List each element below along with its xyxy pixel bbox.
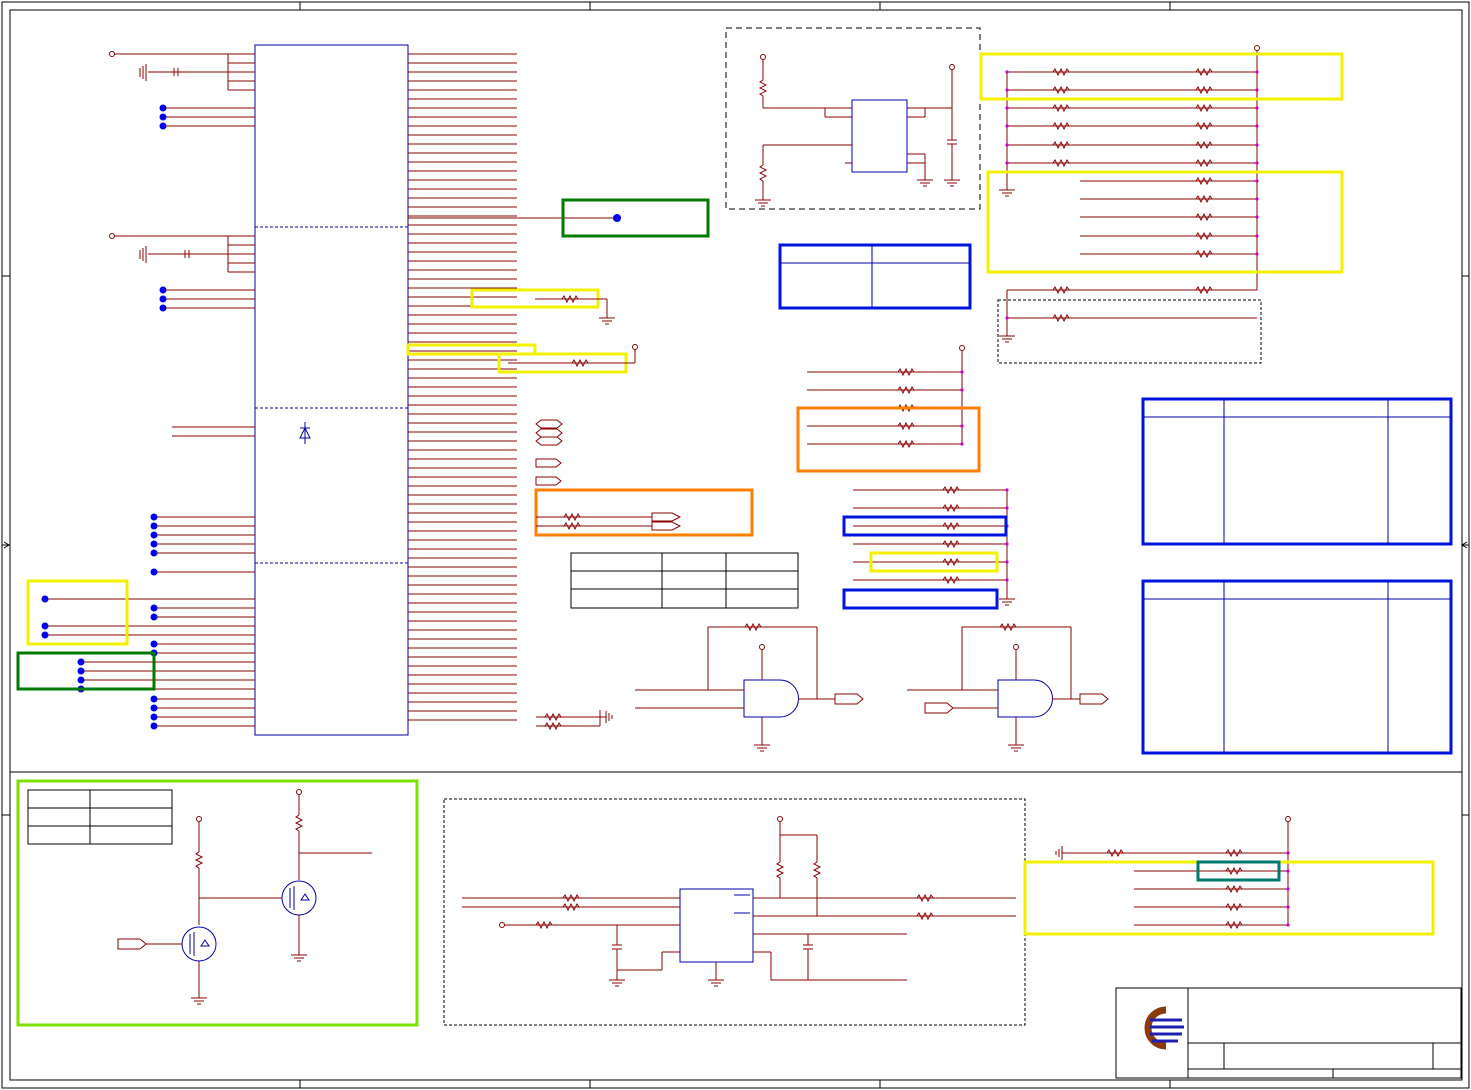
junction [1005, 70, 1009, 74]
highlight-box-blue [842, 588, 999, 610]
junction [1005, 560, 1009, 564]
mosfet-icon [281, 880, 317, 916]
junction [1255, 179, 1259, 183]
connector-dot [150, 613, 158, 621]
connector-dot [150, 568, 158, 576]
junction [1255, 215, 1259, 219]
connector-dot [150, 695, 158, 703]
connector-dot [150, 522, 158, 530]
optional-section-dashed [997, 299, 1262, 364]
junction [1005, 506, 1009, 510]
connector-dot [159, 304, 167, 312]
ic-left-pins [41, 104, 255, 730]
strap-table [570, 552, 799, 609]
company-logo-icon [1144, 1006, 1184, 1050]
junction [1005, 542, 1009, 546]
junction [1255, 124, 1259, 128]
reset-ic-block [725, 27, 981, 210]
junction [1286, 851, 1290, 855]
right-table-1 [1141, 397, 1453, 546]
connector-dot [77, 667, 85, 675]
connector-dot [41, 631, 49, 639]
connector-dot [159, 113, 167, 121]
and-gate-icon [635, 622, 864, 752]
junction [1005, 124, 1009, 128]
power-decoupling-top [109, 51, 255, 273]
junction [1255, 143, 1259, 147]
junction [1005, 488, 1009, 492]
connector-dot [77, 658, 85, 666]
junction [1255, 197, 1259, 201]
junction [960, 424, 964, 428]
junction [960, 442, 964, 446]
junction [1005, 143, 1009, 147]
junction [1255, 70, 1259, 74]
junction [1255, 106, 1259, 110]
mosfet-section [16, 779, 419, 1027]
junction [1286, 923, 1290, 927]
middle-resistor-ladder [807, 345, 965, 449]
power-port [1254, 45, 1260, 51]
ground-icon [999, 189, 1015, 197]
connector-dot [159, 104, 167, 112]
right-table-2 [1141, 579, 1453, 755]
misc-left-lines [172, 426, 255, 437]
title-block [1115, 987, 1462, 1079]
highlight-box-yellow [986, 170, 1344, 274]
connector-dot [150, 704, 158, 712]
connector-dot [150, 540, 158, 548]
info-box-blue [778, 243, 972, 310]
junction [1255, 234, 1259, 238]
junction [1255, 161, 1259, 165]
connector-dot [150, 604, 158, 612]
pullup-resistor-array [999, 45, 1260, 343]
and-gate-icon [907, 622, 1109, 752]
junction [1255, 88, 1259, 92]
junction [960, 388, 964, 392]
junction [1005, 106, 1009, 110]
junction [1005, 161, 1009, 165]
connector-dot [159, 122, 167, 130]
connector-dot [41, 622, 49, 630]
power-port [959, 345, 965, 351]
highlight-box-orange [796, 406, 981, 473]
connector-dot [150, 513, 158, 521]
power-port [1285, 816, 1291, 822]
connector-dot [150, 531, 158, 539]
ic-resistor-section [508, 294, 682, 731]
connector-dot [150, 640, 158, 648]
mosfet-icon [181, 926, 217, 962]
junction [1286, 905, 1290, 909]
ic-right-pins [408, 53, 617, 721]
lower-resistor-ladder [853, 485, 1015, 606]
connector-dot [159, 286, 167, 294]
junction [1255, 252, 1259, 256]
ground-icon [999, 335, 1015, 343]
highlight-box-yellow [979, 52, 1344, 101]
connector-dot [150, 713, 158, 721]
junction [1286, 887, 1290, 891]
junction [1005, 578, 1009, 582]
junction [1005, 88, 1009, 92]
junction [1005, 316, 1009, 320]
schematic-sheet [1, 1, 1470, 1089]
main-ic [254, 44, 409, 736]
lower-ic-block [443, 798, 1026, 1026]
junction [960, 370, 964, 374]
connector-dot [77, 676, 85, 684]
connector-dot [41, 595, 49, 603]
ground-icon [999, 598, 1015, 606]
bottom-resistor-array [1055, 816, 1291, 930]
connector-dot [613, 214, 621, 222]
junction [1286, 869, 1290, 873]
connector-dot [150, 549, 158, 557]
ground-icon [1055, 846, 1063, 860]
diode-icon [299, 422, 311, 444]
connector-dot [159, 295, 167, 303]
connector-dot [150, 722, 158, 730]
